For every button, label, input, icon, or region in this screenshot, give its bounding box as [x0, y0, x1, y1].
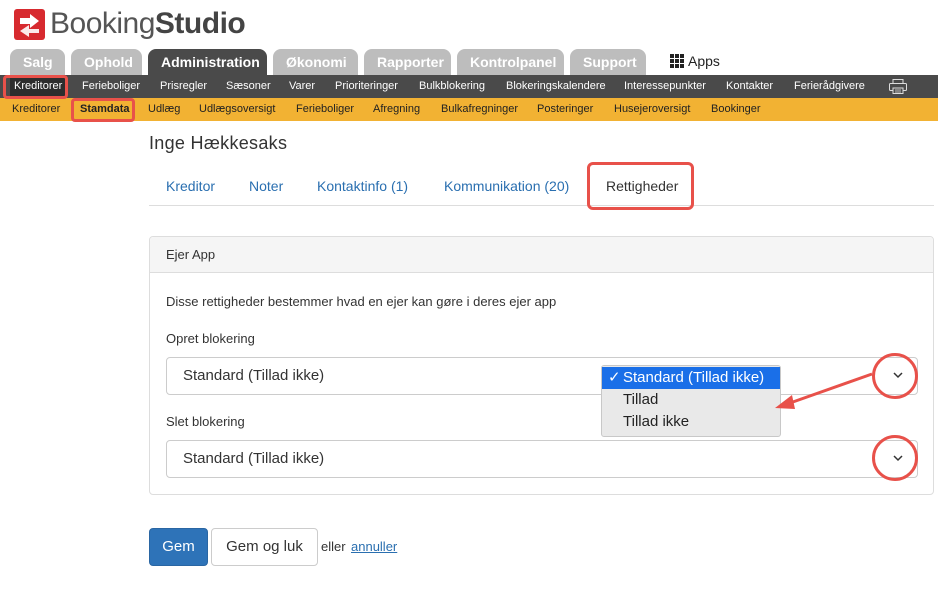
- tab-kontaktinfo[interactable]: Kontaktinfo (1): [317, 178, 408, 194]
- cancel-link[interactable]: annuller: [351, 539, 397, 554]
- grid-icon: [670, 54, 684, 68]
- brand-name: BookingStudio: [50, 7, 246, 40]
- dropdown-option-tillad[interactable]: Tillad: [602, 389, 780, 411]
- subnav-saesoner[interactable]: Sæsoner: [226, 75, 271, 98]
- subnav-ferieradgivere[interactable]: Ferierådgivere: [794, 75, 865, 98]
- logo-icon: [14, 8, 45, 40]
- apps-label: Apps: [688, 53, 720, 69]
- or-text: eller: [321, 539, 346, 554]
- printer-icon[interactable]: [889, 79, 907, 94]
- tab-kreditor[interactable]: Kreditor: [166, 178, 215, 194]
- subsub-kreditorer[interactable]: Kreditorer: [12, 98, 60, 121]
- tab-administration[interactable]: Administration: [148, 49, 267, 75]
- subnav-interessepunkter[interactable]: Interessepunkter: [624, 75, 706, 98]
- create-block-label: Opret blokering: [166, 331, 255, 346]
- panel-description: Disse rettigheder bestemmer hvad en ejer…: [166, 294, 557, 309]
- subsub-ferieboliger[interactable]: Ferieboliger: [296, 98, 354, 121]
- tab-kontrolpanel[interactable]: Kontrolpanel: [457, 49, 564, 75]
- tab-rapporter[interactable]: Rapporter: [364, 49, 451, 75]
- panel-title: Ejer App: [150, 237, 933, 273]
- highlight-chevron-create: [872, 353, 918, 399]
- dropdown-option-standard[interactable]: ✓ Standard (Tillad ikke): [602, 367, 780, 389]
- delete-block-select[interactable]: Standard (Tillad ikke): [166, 440, 918, 478]
- subnav-prioriteringer[interactable]: Prioriteringer: [335, 75, 398, 98]
- dropdown-option-tillad-ikke[interactable]: Tillad ikke: [602, 411, 780, 433]
- apps-button[interactable]: Apps: [670, 53, 720, 69]
- create-block-dropdown: ✓ Standard (Tillad ikke) Tillad Tillad i…: [601, 365, 781, 437]
- content-tabs: Kreditor Noter Kontaktinfo (1) Kommunika…: [149, 166, 934, 206]
- main-tabs: Salg Ophold Administration Økonomi Rappo…: [10, 49, 652, 75]
- delete-block-value: Standard (Tillad ikke): [183, 450, 325, 467]
- highlight-stamdata: [71, 98, 135, 122]
- secondary-navigation: Kreditorer Stamdata Udlæg Udlægsoversigt…: [0, 98, 938, 121]
- highlight-rettigheder: [587, 162, 694, 210]
- owner-app-panel: Ejer App Disse rettigheder bestemmer hva…: [149, 236, 934, 495]
- subsub-husejeroversigt[interactable]: Husejeroversigt: [614, 98, 690, 121]
- create-block-value: Standard (Tillad ikke): [183, 367, 325, 384]
- delete-block-label: Slet blokering: [166, 414, 245, 429]
- page-title: Inge Hækkesaks: [149, 133, 288, 153]
- check-icon: ✓: [608, 369, 621, 386]
- subnav-bulkblokering[interactable]: Bulkblokering: [419, 75, 485, 98]
- tab-ophold[interactable]: Ophold: [71, 49, 142, 75]
- subnav-varer[interactable]: Varer: [289, 75, 315, 98]
- save-button[interactable]: Gem: [149, 528, 208, 566]
- highlight-kreditorer: [3, 75, 68, 99]
- brand-logo[interactable]: BookingStudio: [14, 7, 246, 41]
- create-block-select[interactable]: Standard (Tillad ikke): [166, 357, 918, 395]
- subnav-kontakter[interactable]: Kontakter: [726, 75, 773, 98]
- tab-okonomi[interactable]: Økonomi: [273, 49, 358, 75]
- subsub-udlaegsoversigt[interactable]: Udlægsoversigt: [199, 98, 275, 121]
- save-and-close-button[interactable]: Gem og luk: [211, 528, 318, 566]
- sub-navigation: Kreditorer Ferieboliger Prisregler Sæson…: [0, 75, 938, 98]
- app-root: BookingStudio Salg Ophold Administration…: [0, 0, 938, 592]
- tab-noter[interactable]: Noter: [249, 178, 283, 194]
- subsub-posteringer[interactable]: Posteringer: [537, 98, 593, 121]
- subnav-prisregler[interactable]: Prisregler: [160, 75, 207, 98]
- subsub-bookinger[interactable]: Bookinger: [711, 98, 761, 121]
- tab-salg[interactable]: Salg: [10, 49, 65, 75]
- subsub-udlaeg[interactable]: Udlæg: [148, 98, 180, 121]
- tab-support[interactable]: Support: [570, 49, 646, 75]
- subsub-bulkafregninger[interactable]: Bulkafregninger: [441, 98, 518, 121]
- subsub-afregning[interactable]: Afregning: [373, 98, 420, 121]
- subnav-ferieboliger[interactable]: Ferieboliger: [82, 75, 140, 98]
- tab-kommunikation[interactable]: Kommunikation (20): [444, 178, 569, 194]
- highlight-chevron-delete: [872, 435, 918, 481]
- subnav-blokeringskalendere[interactable]: Blokeringskalendere: [506, 75, 606, 98]
